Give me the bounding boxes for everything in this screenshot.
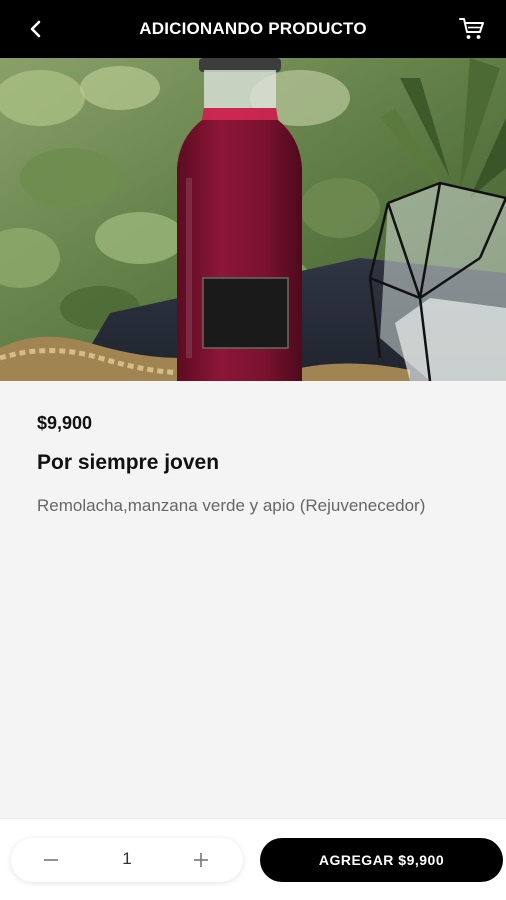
quantity-stepper: 1 [11,838,243,882]
product-description: Remolacha,manzana verde y apio (Rejuvene… [37,496,426,515]
page-title: ADICIONANDO PRODUCTO [139,19,367,38]
bottom-action-bar: 1 AGREGAR $9,900 [0,818,506,900]
plus-icon [194,853,208,867]
chevron-left-icon [30,20,41,38]
top-app-bar: ADICIONANDO PRODUCTO [0,0,506,58]
increase-quantity-button[interactable] [183,845,219,875]
add-to-cart-button[interactable]: AGREGAR $9,900 [260,838,503,882]
product-name: Por siempre joven [37,451,220,474]
product-photo [0,58,506,381]
add-product-screen: ADICIONANDO PRODUCTO $9,900 Por siempre … [0,0,506,900]
back-button[interactable] [18,11,54,47]
minus-icon [44,859,58,861]
product-price: $9,900 [37,413,93,433]
cart-icon [459,18,484,39]
quantity-value: 1 [122,849,132,868]
decrease-quantity-button[interactable] [33,845,69,875]
cart-button[interactable] [454,11,490,47]
